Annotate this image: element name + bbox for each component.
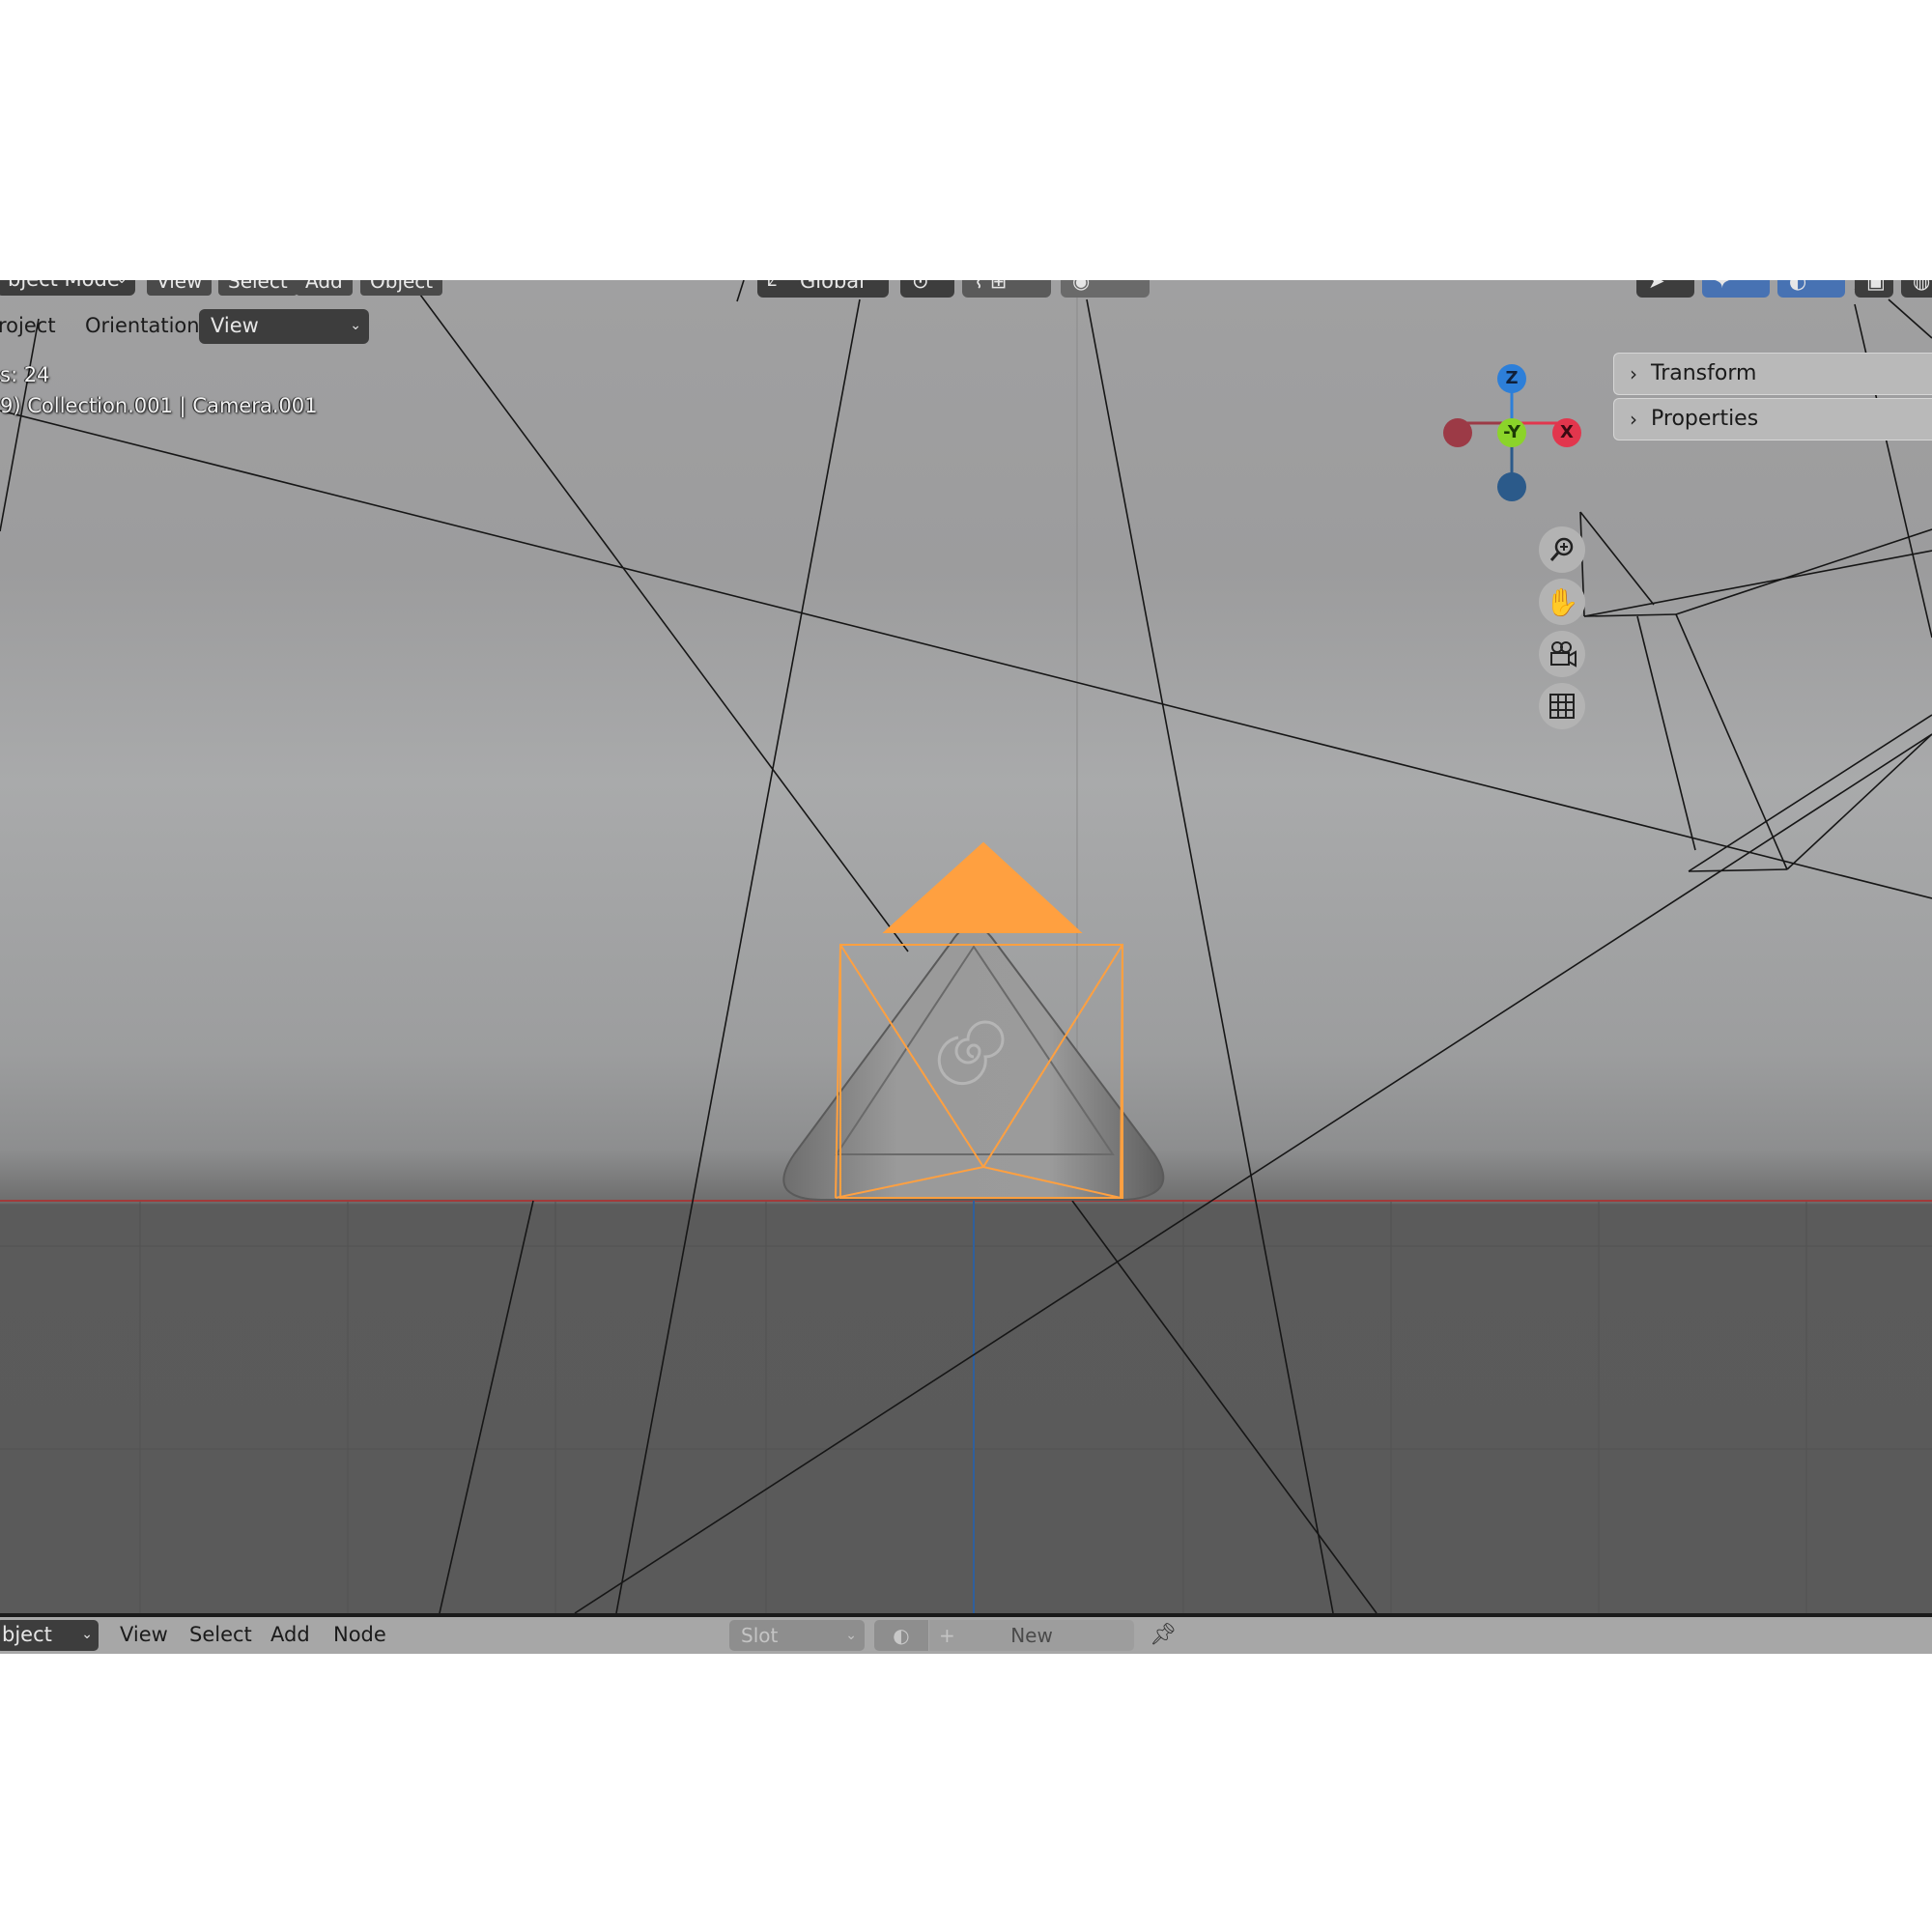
- pivot-icon: ⊙: [912, 280, 929, 293]
- menu-object[interactable]: Object: [360, 280, 443, 296]
- chevron-right-icon: ›: [1630, 362, 1637, 385]
- bottom-menu-add[interactable]: Add: [270, 1623, 310, 1646]
- grid-icon: [1549, 694, 1575, 719]
- bottom-menu-select[interactable]: Select: [189, 1623, 252, 1646]
- menu-view[interactable]: View: [147, 280, 213, 296]
- bottom-mode-selector[interactable]: bject ⌄: [0, 1620, 99, 1651]
- panel-transform[interactable]: › Transform: [1613, 353, 1932, 395]
- chevron-down-icon: ⌄: [81, 1627, 93, 1642]
- bottom-menu-node[interactable]: Node: [333, 1623, 386, 1646]
- ortho-toggle-button[interactable]: [1539, 683, 1585, 729]
- gizmo-icon: ✦: [1714, 280, 1731, 293]
- orientation-dropdown[interactable]: View ⌄: [199, 309, 369, 344]
- new-material-button[interactable]: + New: [929, 1620, 1134, 1651]
- stats-text: s: 24: [0, 363, 50, 386]
- snap-toggle-button[interactable]: ⌇ ⊞: [962, 280, 1051, 298]
- orientation-label: Orientation:: [85, 314, 207, 337]
- gizmo-neg-z-axis[interactable]: [1497, 472, 1526, 501]
- gizmo-x-axis[interactable]: X: [1552, 418, 1581, 447]
- xray-toggle-button[interactable]: ▣: [1855, 280, 1893, 298]
- select-tool-button[interactable]: ➤: [1636, 280, 1694, 298]
- chevron-down-icon: ⌄: [350, 318, 361, 333]
- chevron-down-icon: ⌄: [845, 1628, 857, 1643]
- camera-view-button[interactable]: [1539, 631, 1585, 677]
- pivot-point-button[interactable]: ⊙: [900, 280, 954, 298]
- camera-view-icon: [1550, 641, 1577, 668]
- proportional-edit-button[interactable]: ◉: [1061, 280, 1150, 298]
- gizmo-toggle-button[interactable]: ✦: [1702, 280, 1770, 298]
- xray-icon: ▣: [1866, 280, 1886, 293]
- chevron-right-icon: ›: [1630, 408, 1637, 431]
- gizmo-neg-x-axis[interactable]: [1443, 418, 1472, 447]
- wireframe-sphere-icon: ◍: [1913, 280, 1931, 293]
- panel-properties[interactable]: › Properties: [1613, 398, 1932, 440]
- zoom-icon: [1549, 537, 1574, 561]
- shader-editor-header: bject ⌄ View Select Add Node Slot ⌄ ◐ + …: [0, 1613, 1932, 1654]
- zoom-button[interactable]: [1539, 526, 1585, 573]
- plus-icon: +: [939, 1624, 955, 1647]
- mode-selector[interactable]: bject Mode⌄: [0, 280, 135, 296]
- chevron-down-icon: ⌄: [116, 280, 128, 292]
- overlay-icon: ◐: [1789, 280, 1807, 293]
- gizmo-neg-y-axis[interactable]: -Y: [1497, 418, 1526, 447]
- tool-label: roject: [0, 314, 56, 337]
- orientation-gizmo-icon: ⟀: [767, 280, 778, 291]
- bottom-menu-view[interactable]: View: [120, 1623, 168, 1646]
- menu-add[interactable]: Add: [296, 280, 353, 296]
- transform-orientation-selector[interactable]: ⟀ Global: [757, 280, 889, 298]
- pin-button[interactable]: 📌︎: [1148, 1620, 1179, 1651]
- scene-canvas: [0, 280, 1932, 1613]
- gizmo-z-axis[interactable]: Z: [1497, 364, 1526, 393]
- hand-pan-icon: ✋: [1545, 585, 1579, 618]
- menu-select[interactable]: Select: [218, 280, 298, 296]
- slot-dropdown[interactable]: Slot ⌄: [729, 1620, 865, 1651]
- material-browse-button[interactable]: ◐: [874, 1620, 928, 1651]
- snap-icon: ⌇ ⊞: [974, 280, 1008, 293]
- 3d-viewport[interactable]: bject Mode⌄ View Select Add Object ⟀ Glo…: [0, 280, 1932, 1613]
- pan-button[interactable]: ✋: [1539, 579, 1585, 625]
- proportional-edit-icon: ◉: [1072, 280, 1091, 293]
- pin-icon: 📌︎: [1150, 1623, 1177, 1647]
- material-sphere-icon: ◐: [893, 1624, 910, 1647]
- active-object-text: 9) Collection.001 | Camera.001: [0, 394, 318, 417]
- shading-wireframe-button[interactable]: ◍: [1901, 280, 1932, 298]
- floor-grid: [0, 1202, 1932, 1613]
- overlay-toggle-button[interactable]: ◐: [1777, 280, 1845, 298]
- cursor-arrow-icon: ➤: [1648, 280, 1665, 293]
